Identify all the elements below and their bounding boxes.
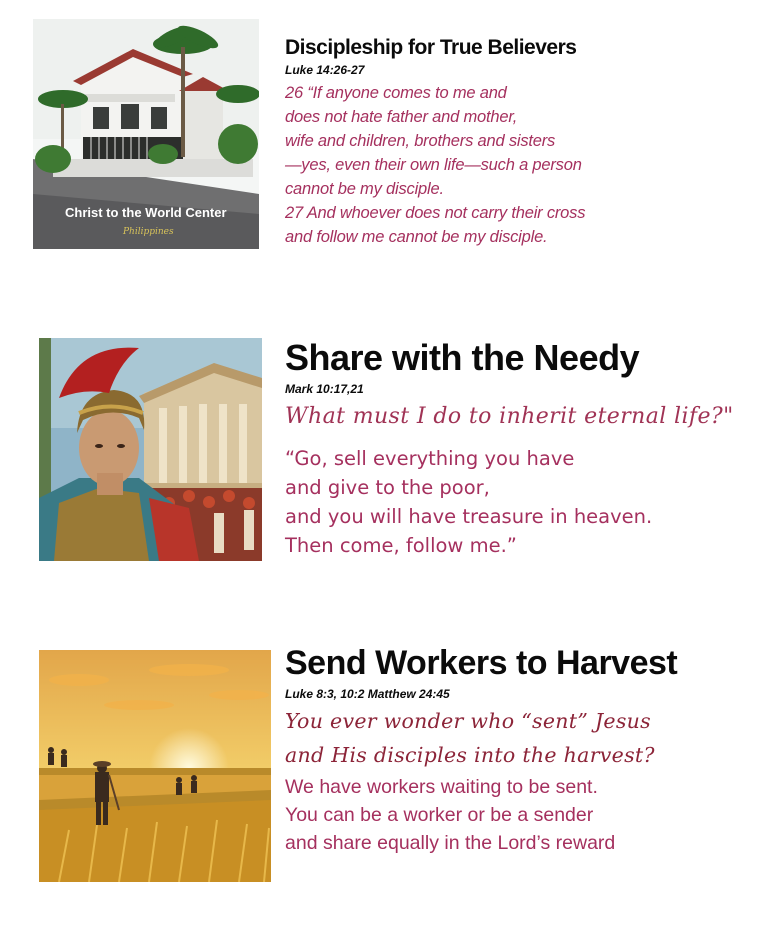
verse-line: Then come, follow me.” bbox=[285, 534, 517, 557]
script-quote: You ever wonder who “sent” Jesus bbox=[285, 709, 652, 733]
section-title: Send Workers to Harvest bbox=[285, 644, 678, 682]
section-title: Share with the Needy bbox=[285, 337, 640, 378]
verse-line: and share equally in the Lord’s reward bbox=[285, 832, 616, 854]
church-building-photo: Christ to the World Center Philippines bbox=[33, 19, 259, 249]
roman-soldier-painting bbox=[39, 338, 262, 561]
scripture-reference: Luke 8:3, 10:2 Matthew 24:45 bbox=[285, 687, 450, 701]
section-send-workers: Send Workers to Harvest Luke 8:3, 10:2 M… bbox=[0, 635, 770, 895]
script-quote: and His disciples into the harvest? bbox=[285, 743, 655, 767]
verse-line: “Go, sell everything you have bbox=[285, 447, 575, 470]
section-title: Discipleship for True Believers bbox=[285, 36, 577, 59]
verse-line: and give to the poor, bbox=[285, 476, 490, 499]
verse-line: You can be a worker or be a sender bbox=[285, 804, 594, 826]
section-share-needy: Share with the Needy Mark 10:17,21 What … bbox=[0, 330, 770, 570]
verse-line: cannot be my disciple. bbox=[285, 180, 444, 198]
verse-line: wife and children, brothers and sisters bbox=[285, 132, 556, 150]
verse-line: 26 “If anyone comes to me and bbox=[285, 84, 507, 102]
verse-line: We have workers waiting to be sent. bbox=[285, 776, 598, 798]
scripture-reference: Luke 14:26-27 bbox=[285, 63, 365, 77]
verse-line: —yes, even their own life—such a person bbox=[285, 156, 582, 174]
script-quote: What must I do to inherit eternal life?" bbox=[285, 404, 734, 429]
verse-line: does not hate father and mother, bbox=[285, 108, 518, 126]
image-caption: Christ to the World Center bbox=[65, 205, 227, 220]
scripture-reference: Mark 10:17,21 bbox=[285, 382, 364, 396]
harvest-field-painting bbox=[39, 650, 271, 882]
verse-line: and you will have treasure in heaven. bbox=[285, 505, 653, 528]
image-subcaption: Philippines bbox=[122, 227, 174, 237]
section-discipleship: Christ to the World Center Philippines D… bbox=[0, 15, 770, 255]
verse-line: and follow me cannot be my disciple. bbox=[285, 228, 548, 246]
verse-line: 27 And whoever does not carry their cros… bbox=[285, 204, 586, 222]
